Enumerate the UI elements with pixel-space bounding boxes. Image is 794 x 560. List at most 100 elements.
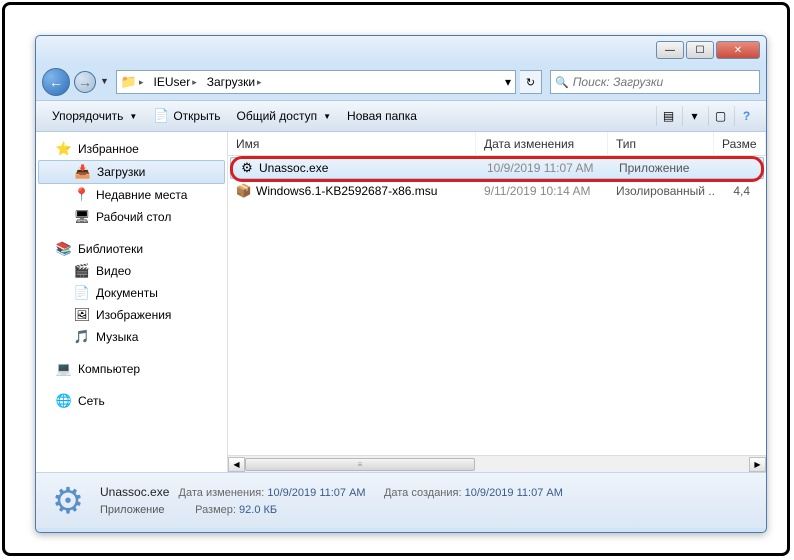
chevron-right-icon: ▸ [190, 77, 199, 88]
details-filename: Unassoc.exe [100, 485, 169, 499]
sidebar-item-label: Избранное [78, 142, 139, 156]
address-row: ← → ▼ 📁 ▸ IEUser ▸ Загрузки ▸ ▾ ↻ 🔍 [36, 64, 766, 100]
close-button[interactable]: ✕ [716, 41, 760, 59]
search-icon: 🔍 [551, 76, 573, 89]
breadcrumb-label: IEUser [154, 75, 191, 89]
maximize-button[interactable]: ☐ [686, 41, 714, 59]
chevron-right-icon: ▸ [255, 77, 264, 88]
sidebar-item-label: Сеть [78, 394, 105, 408]
document-icon: 📄 [153, 108, 169, 124]
sidebar-videos[interactable]: 🎬 Видео [36, 260, 227, 282]
preview-pane-button[interactable]: ▢ [708, 106, 732, 126]
breadcrumb-label: Загрузки [207, 75, 255, 89]
scroll-right-button[interactable]: ▶ [749, 457, 766, 472]
sidebar-pictures[interactable]: 🖼 Изображения [36, 304, 227, 326]
search-input[interactable] [573, 75, 759, 89]
gear-icon: ⚙ [239, 160, 255, 176]
sidebar-music[interactable]: 🎵 Музыка [36, 326, 227, 348]
titlebar: — ☐ ✕ [36, 36, 766, 64]
details-created-label: Дата создания: [384, 487, 462, 499]
sidebar-desktop[interactable]: 🖥 Рабочий стол [36, 206, 227, 228]
forward-button[interactable]: → [74, 71, 96, 93]
star-icon: ⭐ [56, 141, 72, 157]
sidebar-item-label: Компьютер [78, 362, 140, 376]
details-app-label: Приложение [100, 504, 165, 516]
nav-history-dropdown[interactable]: ▼ [100, 76, 112, 88]
open-label: Открыть [173, 109, 220, 123]
column-type[interactable]: Тип [608, 132, 714, 155]
sidebar-item-label: Загрузки [97, 165, 145, 179]
column-name[interactable]: Имя [228, 132, 476, 155]
organize-button[interactable]: Упорядочить ▼ [44, 106, 145, 126]
sidebar-libraries[interactable]: 📚 Библиотеки [36, 238, 227, 260]
content-area: ⭐ Избранное 📥 Загрузки 📍 Недавние места … [36, 132, 766, 472]
sidebar-item-label: Изображения [96, 308, 171, 322]
folder-icon: 📁 [121, 74, 137, 90]
sidebar-network[interactable]: 🌐 Сеть [36, 390, 227, 412]
gear-icon: ⚙ [46, 479, 90, 523]
sidebar-item-label: Музыка [96, 330, 138, 344]
downloads-icon: 📥 [75, 164, 91, 180]
music-icon: 🎵 [74, 329, 90, 345]
chevron-right-icon: ▸ [137, 77, 146, 88]
libraries-icon: 📚 [56, 241, 72, 257]
video-icon: 🎬 [74, 263, 90, 279]
sidebar-recent[interactable]: 📍 Недавние места [36, 184, 227, 206]
navigation-sidebar: ⭐ Избранное 📥 Загрузки 📍 Недавние места … [36, 132, 228, 472]
column-size[interactable]: Разме [714, 132, 766, 155]
breadcrumb-downloads[interactable]: Загрузки ▸ [203, 71, 268, 93]
scroll-thumb[interactable]: ≡ [245, 458, 475, 471]
help-button[interactable]: ? [734, 106, 758, 126]
file-size: 4,4 [714, 184, 766, 198]
sidebar-item-label: Библиотеки [78, 242, 143, 256]
new-folder-button[interactable]: Новая папка [339, 106, 425, 126]
file-type: Изолированный ... [608, 184, 714, 198]
horizontal-scrollbar[interactable]: ◀ ≡ ▶ [228, 455, 766, 472]
view-mode-button[interactable]: ▤ [656, 106, 680, 126]
package-icon: 📦 [236, 183, 252, 199]
scroll-left-button[interactable]: ◀ [228, 457, 245, 472]
details-date-label: Дата изменения: [179, 487, 265, 499]
address-bar[interactable]: 📁 ▸ IEUser ▸ Загрузки ▸ ▾ [116, 70, 516, 94]
scroll-track[interactable]: ≡ [245, 457, 749, 472]
file-row-kb[interactable]: 📦 Windows6.1-KB2592687-x86.msu 9/11/2019… [228, 180, 766, 202]
file-row-unassoc[interactable]: ⚙ Unassoc.exe 10/9/2019 11:07 AM Приложе… [230, 157, 764, 179]
network-icon: 🌐 [56, 393, 72, 409]
sidebar-item-label: Документы [96, 286, 158, 300]
organize-label: Упорядочить [52, 109, 123, 123]
document-icon: 📄 [74, 285, 90, 301]
details-pane: ⚙ Unassoc.exe Дата изменения: 10/9/2019 … [36, 472, 766, 528]
file-list-area: Имя Дата изменения Тип Разме ⚙ Unassoc.e… [228, 132, 766, 472]
chevron-down-icon: ▼ [129, 112, 137, 121]
address-dropdown[interactable]: ▾ [501, 71, 515, 93]
sidebar-downloads[interactable]: 📥 Загрузки [38, 160, 225, 184]
file-name: Windows6.1-KB2592687-x86.msu [256, 184, 437, 198]
chevron-down-icon: ▼ [323, 112, 331, 121]
share-label: Общий доступ [236, 109, 317, 123]
breadcrumb-root[interactable]: 📁 ▸ [117, 71, 150, 93]
refresh-button[interactable]: ↻ [520, 70, 542, 94]
file-name: Unassoc.exe [259, 161, 328, 175]
sidebar-computer[interactable]: 💻 Компьютер [36, 358, 227, 380]
view-controls: ▤ ▾ ▢ ? [656, 106, 758, 126]
screenshot-frame: — ☐ ✕ ← → ▼ 📁 ▸ IEUser ▸ Загрузки ▸ ▾ ↻ … [2, 2, 790, 556]
view-mode-dropdown[interactable]: ▾ [682, 106, 706, 126]
column-date[interactable]: Дата изменения [476, 132, 608, 155]
sidebar-item-label: Недавние места [96, 188, 187, 202]
details-date-value: 10/9/2019 11:07 AM [267, 487, 365, 499]
new-folder-label: Новая папка [347, 109, 417, 123]
sidebar-documents[interactable]: 📄 Документы [36, 282, 227, 304]
open-button[interactable]: 📄 Открыть [145, 105, 228, 127]
share-button[interactable]: Общий доступ ▼ [228, 106, 339, 126]
breadcrumb-ieuser[interactable]: IEUser ▸ [150, 71, 203, 93]
file-type: Приложение [611, 161, 717, 175]
file-list: ⚙ Unassoc.exe 10/9/2019 11:07 AM Приложе… [228, 156, 766, 455]
details-size-value: 92.0 КБ [239, 504, 277, 516]
minimize-button[interactable]: — [656, 41, 684, 59]
explorer-window: — ☐ ✕ ← → ▼ 📁 ▸ IEUser ▸ Загрузки ▸ ▾ ↻ … [35, 35, 767, 533]
search-box[interactable]: 🔍 [550, 70, 760, 94]
toolbar: Упорядочить ▼ 📄 Открыть Общий доступ ▼ Н… [36, 100, 766, 132]
sidebar-favorites[interactable]: ⭐ Избранное [36, 138, 227, 160]
back-button[interactable]: ← [42, 68, 70, 96]
desktop-icon: 🖥 [74, 209, 90, 225]
